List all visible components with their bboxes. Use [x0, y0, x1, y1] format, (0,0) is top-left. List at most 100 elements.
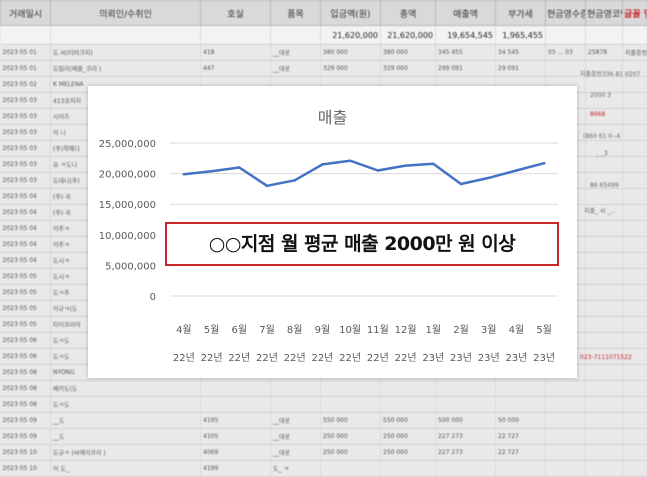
table-cell — [586, 221, 623, 237]
x-tick-year-label: 22년 — [201, 352, 223, 364]
table-cell: 2023 05 04 — [1, 205, 51, 221]
column-header: 입금액(원) — [321, 1, 381, 26]
table-cell: 2023 05 10 — [1, 445, 51, 461]
column-header: 부가세 — [496, 1, 546, 26]
table-row: 2023 05 09__도4195__대로550 000550 000500 0… — [1, 413, 647, 429]
x-tick-year-label: 23년 — [478, 352, 500, 364]
table-row: 2023 05 10이 도_4199도_ ㅋ — [1, 461, 647, 477]
data-point — [432, 163, 435, 166]
table-cell: 250 000 — [321, 429, 381, 445]
table-cell — [586, 77, 623, 93]
table-cell — [623, 269, 647, 285]
table-cell: __대로 — [271, 45, 321, 61]
table-row: 2023 05 09__도4105__대로250 000250 000227 2… — [1, 429, 647, 445]
table-cell — [586, 461, 623, 477]
total-cell: 21,620,000 — [381, 26, 436, 45]
table-cell — [586, 445, 623, 461]
table-cell — [586, 397, 623, 413]
table-cell — [586, 157, 623, 173]
column-header: 글꼴 및 양식 — [623, 1, 647, 26]
table-cell — [271, 397, 321, 413]
table-cell — [623, 429, 647, 445]
table-cell: 34 545 — [496, 45, 546, 61]
y-tick-label: 10,000,000 — [99, 231, 156, 242]
table-cell: 29 091 — [496, 61, 546, 77]
x-tick-month-label: 3월 — [481, 324, 497, 336]
x-tick-year-label: 22년 — [395, 352, 417, 364]
y-tick-label: 0 — [150, 292, 156, 303]
side-note: (860 61 0--4 — [583, 133, 620, 140]
table-cell: 2023 05 05 — [1, 301, 51, 317]
total-cell: 1,965,455 — [496, 26, 546, 45]
average-sales-callout: ○○지점 월 평균 매출 2000만 원 이상 — [165, 222, 559, 266]
table-cell: 도ㅋ도 — [51, 397, 201, 413]
table-cell: 2023 05 03 — [1, 125, 51, 141]
table-cell: 2023 05 06 — [1, 349, 51, 365]
x-tick-year-label: 22년 — [256, 352, 278, 364]
table-cell — [623, 141, 647, 157]
table-cell — [623, 109, 647, 125]
table-cell — [381, 461, 436, 477]
table-cell — [496, 381, 546, 397]
table-cell: 2023 05 09 — [1, 413, 51, 429]
column-header: 매출액 — [436, 1, 496, 26]
table-cell — [623, 461, 647, 477]
table-cell: 2023 05 05 — [1, 317, 51, 333]
table-cell — [321, 397, 381, 413]
x-tick-month-label: 10월 — [339, 324, 361, 336]
total-cell: 21,620,000 — [321, 26, 381, 45]
data-point — [460, 183, 463, 186]
table-cell: 지출증빙336 81 0207 — [623, 45, 647, 61]
table-cell: 2023 05 10 — [1, 461, 51, 477]
table-cell — [201, 397, 271, 413]
column-header: 호실 — [201, 1, 271, 26]
y-axis-ticks: 05,000,00010,000,00015,000,00020,000,000… — [99, 139, 156, 303]
table-cell — [623, 221, 647, 237]
column-header: 의뢰인/수취인 — [51, 1, 201, 26]
table-cell: 4195 — [201, 413, 271, 429]
table-cell — [586, 333, 623, 349]
table-cell: 2023 05 01 — [1, 45, 51, 61]
table-cell — [546, 429, 586, 445]
data-point — [266, 185, 269, 188]
table-cell — [623, 445, 647, 461]
y-tick-label: 25,000,000 — [99, 139, 156, 150]
total-cell — [623, 26, 647, 45]
x-tick-month-label: 9월 — [315, 324, 331, 336]
table-cell: 2023 05 04 — [1, 189, 51, 205]
table-cell — [623, 189, 647, 205]
table-cell: 550 000 — [381, 413, 436, 429]
x-tick-month-label: 7월 — [259, 324, 275, 336]
table-cell: 380 000 — [381, 45, 436, 61]
x-tick-year-label: 23년 — [450, 352, 472, 364]
table-cell — [623, 237, 647, 253]
table-cell — [586, 253, 623, 269]
table-cell: 2023 05 03 — [1, 109, 51, 125]
x-axis-ticks: 4월22년5월22년6월22년7월22년8월22년9월22년10월22년11월2… — [173, 324, 555, 364]
table-cell: 4199 — [201, 461, 271, 477]
table-cell: 05 ... 03 — [546, 45, 586, 61]
table-cell — [546, 445, 586, 461]
side-note: _ _3 — [596, 150, 608, 157]
x-tick-month-label: 4월 — [176, 324, 192, 336]
x-tick-month-label: 12월 — [395, 324, 417, 336]
table-cell — [623, 301, 647, 317]
table-cell: __대로 — [271, 413, 321, 429]
column-header: 총액 — [381, 1, 436, 26]
data-point — [377, 169, 380, 172]
table-cell — [546, 397, 586, 413]
table-cell — [546, 413, 586, 429]
table-cell — [586, 301, 623, 317]
table-cell: 2023 05 01 — [1, 61, 51, 77]
total-cell — [1, 26, 51, 45]
table-cell: 250 000 — [381, 445, 436, 461]
x-tick-month-label: 8월 — [287, 324, 303, 336]
table-cell — [623, 205, 647, 221]
x-tick-year-label: 22년 — [311, 352, 333, 364]
table-cell: 299 091 — [436, 61, 496, 77]
x-tick-month-label: 2월 — [453, 324, 469, 336]
table-row: 2023 05 08도ㅋ도 — [1, 397, 647, 413]
table-cell — [623, 413, 647, 429]
table-cell — [623, 365, 647, 381]
side-note: 2000 3 — [590, 92, 611, 99]
